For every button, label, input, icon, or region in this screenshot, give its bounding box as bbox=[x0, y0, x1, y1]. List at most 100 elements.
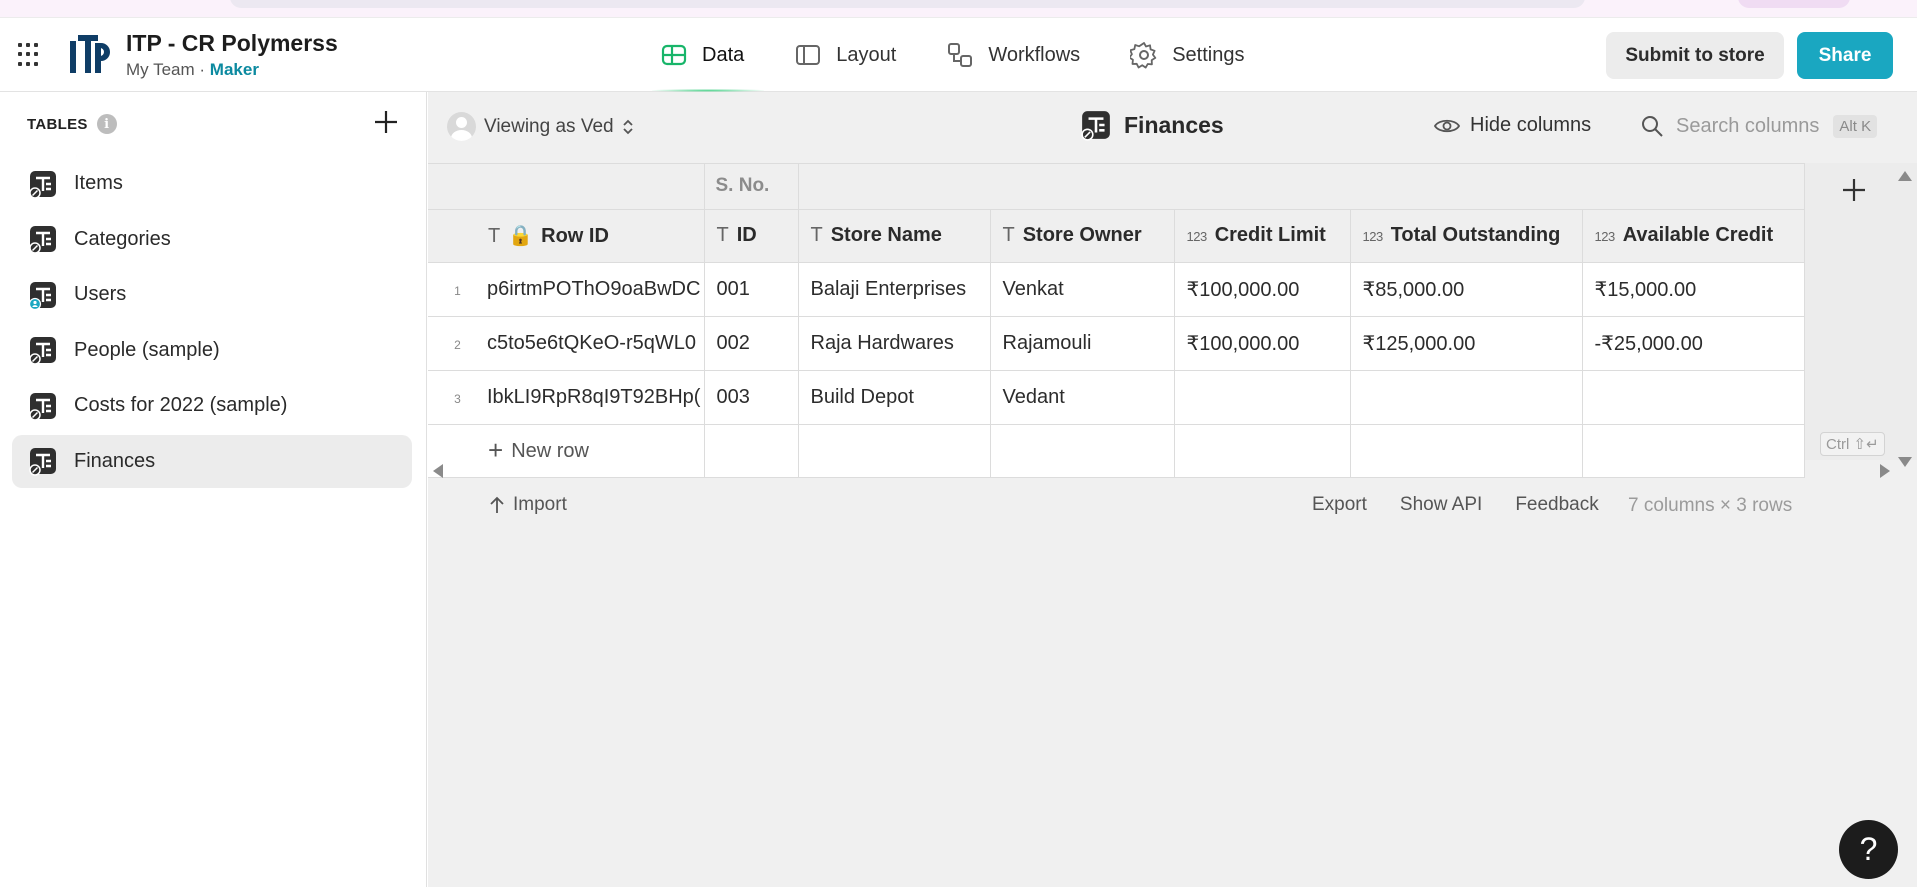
separator: · bbox=[199, 60, 206, 79]
arrow-up-icon bbox=[490, 496, 504, 513]
tab-data[interactable]: Data bbox=[651, 18, 765, 92]
show-api-link[interactable]: Show API bbox=[1400, 494, 1482, 516]
add-column-icon[interactable] bbox=[1839, 175, 1869, 205]
tab-workflows[interactable]: Workflows bbox=[946, 18, 1080, 92]
grid-footer: Import Export Show API Feedback 7 column… bbox=[428, 484, 1917, 528]
viewing-as-label: Viewing as Ved bbox=[484, 115, 614, 137]
tab-data-label: Data bbox=[702, 43, 745, 66]
sidebar-item-users[interactable]: Users bbox=[12, 268, 412, 321]
text-type-icon: T bbox=[488, 225, 501, 247]
col-header-store-owner[interactable]: T Store Owner bbox=[990, 209, 1175, 263]
cell-available-credit[interactable] bbox=[1582, 370, 1805, 425]
sidebar-item-finances[interactable]: Finances bbox=[12, 434, 412, 488]
search-input[interactable]: Search columns bbox=[1676, 115, 1819, 138]
sidebar-item-label: Finances bbox=[74, 449, 156, 472]
export-link[interactable]: Export bbox=[1312, 494, 1367, 516]
sidebar-item-people-sample[interactable]: People (sample) bbox=[12, 324, 412, 377]
text-type-icon: T bbox=[716, 224, 729, 246]
scroll-left-arrow[interactable] bbox=[433, 464, 443, 478]
row-number: 3 bbox=[454, 391, 461, 406]
tables-heading-label: TABLES bbox=[27, 115, 88, 133]
feedback-link[interactable]: Feedback bbox=[1515, 494, 1598, 516]
import-button[interactable]: Import bbox=[489, 494, 567, 516]
browser-top-strip bbox=[0, 0, 1917, 18]
tables-sidebar: TABLES i Items Categories Users People (… bbox=[0, 92, 427, 887]
data-grid: S. No. T 🔒 Row ID T ID T Store Name T Store O… bbox=[428, 163, 1805, 478]
cell-row-id[interactable]: 3 IbkLI9RpR8qI9T92BHp( bbox=[428, 370, 705, 425]
cell-id[interactable]: 001 bbox=[704, 262, 799, 317]
cell-id[interactable]: 002 bbox=[704, 316, 799, 371]
cell-total-outstanding[interactable]: ₹125,000.00 bbox=[1350, 316, 1583, 371]
scroll-up-arrow[interactable] bbox=[1898, 171, 1912, 181]
hide-columns-label: Hide columns bbox=[1470, 114, 1592, 136]
row-id-value: IbkLI9RpR8qI9T92BHp( bbox=[487, 385, 701, 408]
apps-grid-icon[interactable] bbox=[18, 43, 42, 67]
cell-total-outstanding[interactable] bbox=[1350, 370, 1583, 425]
cell-credit-limit[interactable]: ₹100,000.00 bbox=[1174, 316, 1351, 371]
help-button[interactable]: ? bbox=[1839, 820, 1898, 879]
tables-heading: TABLES i bbox=[27, 114, 117, 134]
sidebar-item-label: People (sample) bbox=[74, 338, 220, 361]
chevron-updown-icon bbox=[622, 119, 633, 134]
col-header-total-outstanding[interactable]: 123 Total Outstanding bbox=[1350, 209, 1583, 263]
col-header-label: Row ID bbox=[541, 225, 609, 247]
col-header-credit-limit[interactable]: 123 Credit Limit bbox=[1174, 209, 1351, 263]
cell-store-owner[interactable]: Venkat bbox=[990, 262, 1175, 317]
col-header-store-name[interactable]: T Store Name bbox=[798, 209, 991, 263]
table-title: Finances bbox=[1080, 109, 1224, 141]
cell-store-owner[interactable]: Vedant bbox=[990, 370, 1175, 425]
group-header-sno[interactable]: S. No. bbox=[704, 164, 799, 210]
row-id-value: c5to5e6tQKeO-r5qWL0 bbox=[487, 331, 696, 354]
table-title-label: Finances bbox=[1124, 111, 1224, 138]
cell-store-owner[interactable]: Rajamouli bbox=[990, 316, 1175, 371]
horizontal-scrollbar[interactable] bbox=[428, 460, 1917, 480]
search-icon bbox=[1642, 116, 1663, 137]
sidebar-item-label: Items bbox=[74, 172, 123, 194]
cell-row-id[interactable]: 1 p6irtmPOThO9oaBwDC bbox=[428, 262, 705, 317]
cell-store-name[interactable]: Balaji Enterprises bbox=[798, 262, 991, 317]
tab-settings[interactable]: Settings bbox=[1130, 18, 1244, 92]
hide-columns-button[interactable]: Hide columns bbox=[1434, 114, 1591, 137]
viewing-as-selector[interactable]: Viewing as Ved bbox=[447, 112, 634, 141]
app-header: ITP - CR Polymerss My Team · Maker Data … bbox=[0, 18, 1917, 92]
number-type-icon: 123 bbox=[1594, 229, 1616, 244]
cell-credit-limit[interactable] bbox=[1174, 370, 1351, 425]
info-icon[interactable]: i bbox=[96, 114, 117, 134]
sidebar-item-categories[interactable]: Categories bbox=[12, 213, 412, 266]
scroll-right-arrow[interactable] bbox=[1880, 464, 1890, 478]
table-row[interactable]: 2 c5to5e6tQKeO-r5qWL0 002 Raja Hardwares … bbox=[428, 316, 1805, 371]
col-header-id[interactable]: T ID bbox=[704, 209, 799, 263]
cell-available-credit[interactable]: -₹25,000.00 bbox=[1582, 316, 1805, 371]
cell-store-name[interactable]: Build Depot bbox=[798, 370, 991, 425]
cell-available-credit[interactable]: ₹15,000.00 bbox=[1582, 262, 1805, 317]
cell-store-name[interactable]: Raja Hardwares bbox=[798, 316, 991, 371]
cell-credit-limit[interactable]: ₹100,000.00 bbox=[1174, 262, 1351, 317]
new-row-shortcut: Ctrl ⇧↵ bbox=[1820, 432, 1885, 456]
column-header-row: T 🔒 Row ID T ID T Store Name T Store Owner 12… bbox=[428, 209, 1805, 263]
app-logo bbox=[70, 35, 110, 73]
col-header-row-id[interactable]: T 🔒 Row ID bbox=[428, 209, 705, 263]
col-header-available-credit[interactable]: 123 Available Credit bbox=[1582, 209, 1805, 263]
role-badge: Maker bbox=[209, 60, 259, 79]
col-header-label: Store Owner bbox=[1022, 224, 1142, 246]
cell-total-outstanding[interactable]: ₹85,000.00 bbox=[1350, 262, 1583, 317]
cell-id[interactable]: 003 bbox=[704, 370, 799, 425]
number-type-icon: 123 bbox=[1186, 229, 1208, 244]
add-table-icon[interactable] bbox=[372, 108, 400, 136]
sidebar-item-costs-2022[interactable]: Costs for 2022 (sample) bbox=[12, 379, 412, 432]
tab-layout[interactable]: Layout bbox=[794, 18, 896, 92]
sidebar-item-items[interactable]: Items bbox=[12, 157, 412, 210]
cell-row-id[interactable]: 2 c5to5e6tQKeO-r5qWL0 bbox=[428, 316, 705, 371]
submit-to-store-button[interactable]: Submit to store bbox=[1606, 32, 1784, 79]
col-header-label: Total Outstanding bbox=[1390, 224, 1561, 246]
search-columns[interactable]: Search columns Alt K bbox=[1640, 114, 1878, 138]
table-row[interactable]: 3 IbkLI9RpR8qI9T92BHp( 003 Build Depot Ve… bbox=[428, 370, 1805, 425]
team-name[interactable]: My Team bbox=[126, 60, 195, 79]
col-header-label: ID bbox=[736, 224, 757, 246]
row-number: 1 bbox=[454, 283, 461, 298]
number-type-icon: 123 bbox=[1362, 229, 1384, 244]
app-title[interactable]: ITP - CR Polymerss bbox=[126, 30, 338, 57]
table-row[interactable]: 1 p6irtmPOThO9oaBwDC 001 Balaji Enterpris… bbox=[428, 262, 1805, 317]
share-button[interactable]: Share bbox=[1797, 32, 1893, 79]
users-table-icon bbox=[28, 281, 56, 310]
